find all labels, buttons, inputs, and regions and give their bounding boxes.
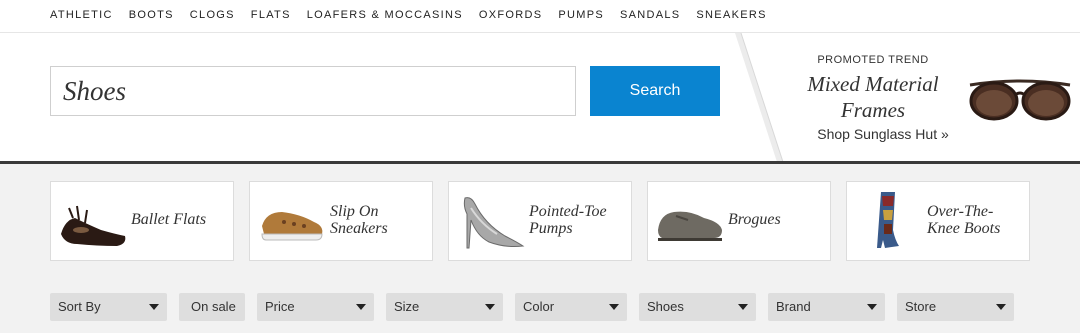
filter-bar: Sort By On sale Price Size Color Shoes B… <box>0 293 1080 321</box>
brand-dropdown[interactable]: Brand <box>768 293 885 321</box>
slip-on-sneaker-icon <box>261 212 323 241</box>
category-card-pointed-toe-pumps[interactable]: Pointed-Toe Pumps <box>448 181 632 261</box>
category-label: Slip On Sneakers <box>330 203 430 237</box>
category-label-line1: Over-The- <box>927 203 994 220</box>
on-sale-toggle[interactable]: On sale <box>179 293 245 321</box>
category-label-line1: Brogues <box>728 211 781 228</box>
filter-label: Sort By <box>58 299 101 314</box>
filter-label: On sale <box>191 299 236 314</box>
color-dropdown[interactable]: Color <box>515 293 627 321</box>
pointed-toe-pump-icon <box>463 197 525 249</box>
nav-item-clogs[interactable]: CLOGS <box>190 9 235 21</box>
nav-item-pumps[interactable]: PUMPS <box>558 9 604 21</box>
store-dropdown[interactable]: Store <box>897 293 1014 321</box>
category-card-over-the-knee-boots[interactable]: Over-The- Knee Boots <box>846 181 1030 261</box>
chevron-down-icon <box>485 304 495 310</box>
search-band: Shoes Search PROMOTED TREND Mixed Materi… <box>0 32 1080 162</box>
nav-item-sneakers[interactable]: SNEAKERS <box>696 9 766 21</box>
chevron-down-icon <box>867 304 877 310</box>
chevron-down-icon <box>149 304 159 310</box>
promo-divider <box>735 33 784 162</box>
category-card-slip-on-sneakers[interactable]: Slip On Sneakers <box>249 181 433 261</box>
category-label-line1: Ballet Flats <box>131 211 207 228</box>
category-label-line1: Pointed-Toe <box>529 203 607 220</box>
nav-item-sandals[interactable]: SANDALS <box>620 9 680 21</box>
category-label-line2: Knee Boots <box>927 220 1001 237</box>
price-dropdown[interactable]: Price <box>257 293 374 321</box>
category-card-ballet-flats[interactable]: Ballet Flats <box>50 181 234 261</box>
category-nav-list: ATHLETIC BOOTS CLOGS FLATS LOAFERS & MOC… <box>50 9 783 21</box>
promo-eyebrow: PROMOTED TREND <box>817 54 929 66</box>
category-label: Brogues <box>728 211 828 228</box>
category-label: Pointed-Toe Pumps <box>529 203 629 237</box>
category-nav: ATHLETIC BOOTS CLOGS FLATS LOAFERS & MOC… <box>0 0 1080 32</box>
chevron-down-icon <box>996 304 1006 310</box>
filter-label: Brand <box>776 299 811 314</box>
search-input[interactable]: Shoes <box>50 66 576 116</box>
chevron-down-icon <box>609 304 619 310</box>
shoes-dropdown[interactable]: Shoes <box>639 293 756 321</box>
chevron-down-icon <box>356 304 366 310</box>
filter-label: Price <box>265 299 295 314</box>
category-label: Over-The- Knee Boots <box>927 203 1027 237</box>
brogue-shoe-icon <box>658 211 722 241</box>
category-label-line2: Sneakers <box>330 220 388 237</box>
shop-sunglass-hut-link[interactable]: Shop Sunglass Hut » <box>790 126 976 142</box>
category-card-brogues[interactable]: Brogues <box>647 181 831 261</box>
nav-item-oxfords[interactable]: OXFORDS <box>479 9 543 21</box>
category-label: Ballet Flats <box>131 211 231 228</box>
filter-label: Size <box>394 299 420 314</box>
sunglasses-icon[interactable] <box>968 75 1072 121</box>
promo-title-line2: Frames <box>840 98 906 122</box>
ballet-flat-shoe-icon <box>61 205 126 246</box>
results-panel: Ballet Flats Slip On Sneakers Pointed-To… <box>0 164 1080 333</box>
nav-item-athletic[interactable]: ATHLETIC <box>50 9 113 21</box>
filter-label: Shoes <box>647 299 684 314</box>
promoted-trend: PROMOTED TREND Mixed Material Frames Sho… <box>790 33 1080 162</box>
category-label-line1: Slip On <box>330 203 379 220</box>
nav-item-boots[interactable]: BOOTS <box>129 9 174 21</box>
chevron-down-icon <box>738 304 748 310</box>
filter-label: Store <box>905 299 937 314</box>
nav-item-loafers-moccasins[interactable]: LOAFERS & MOCCASINS <box>307 9 463 21</box>
nav-item-flats[interactable]: FLATS <box>251 9 291 21</box>
size-dropdown[interactable]: Size <box>386 293 503 321</box>
category-label-line2: Pumps <box>529 220 573 237</box>
over-knee-boot-icon <box>877 192 899 248</box>
search-button[interactable]: Search <box>590 66 720 116</box>
promo-title-line1: Mixed Material <box>807 72 939 96</box>
promo-title[interactable]: Mixed Material Frames <box>790 71 956 123</box>
sort-by-dropdown[interactable]: Sort By <box>50 293 167 321</box>
filter-label: Color <box>523 299 555 314</box>
